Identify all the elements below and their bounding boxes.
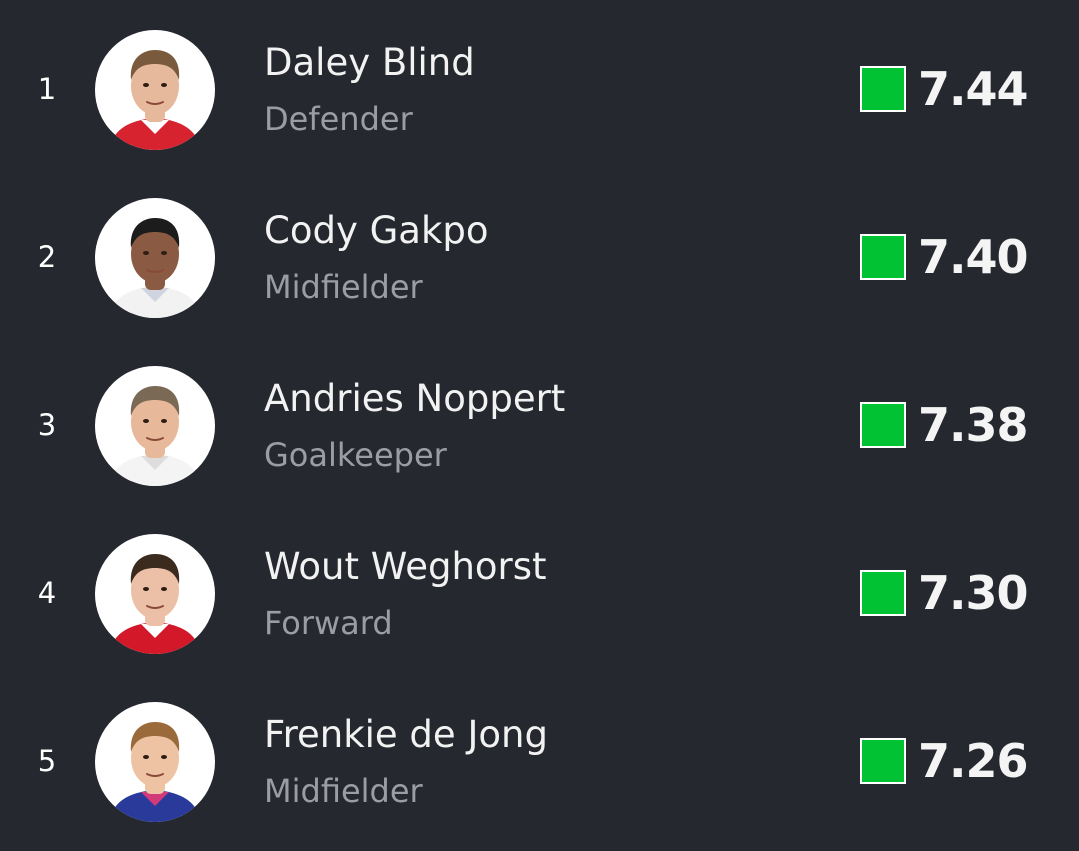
player-avatar[interactable] — [95, 30, 215, 150]
player-name[interactable]: Daley Blind — [264, 40, 475, 86]
player-row[interactable]: 3 Andries Noppert Goalkeeper 7.38 — [0, 336, 1079, 504]
rating-color-indicator — [860, 66, 906, 112]
player-rank: 4 — [37, 576, 57, 610]
rating-value: 7.44 — [918, 62, 1028, 116]
player-rating: 7.44 — [860, 62, 1028, 116]
player-headshot — [109, 554, 201, 654]
player-row[interactable]: 4 Wout Weghorst Forward 7.30 — [0, 504, 1079, 672]
player-row[interactable]: 2 Cody Gakpo Midfielder 7.40 — [0, 168, 1079, 336]
rating-value: 7.40 — [918, 230, 1028, 284]
player-position: Forward — [264, 604, 393, 642]
player-rank: 3 — [37, 408, 57, 442]
player-avatar[interactable] — [95, 366, 215, 486]
player-headshot — [109, 722, 201, 822]
player-name[interactable]: Frenkie de Jong — [264, 712, 548, 758]
player-headshot — [109, 50, 201, 150]
player-position: Goalkeeper — [264, 436, 447, 474]
player-rating: 7.26 — [860, 734, 1028, 788]
player-ratings-list: 1 Daley Blind Defender 7.44 2 Cody Gakpo… — [0, 0, 1079, 851]
rating-color-indicator — [860, 402, 906, 448]
player-position: Midfielder — [264, 772, 423, 810]
rating-value: 7.26 — [918, 734, 1028, 788]
player-rank: 2 — [37, 240, 57, 274]
player-avatar[interactable] — [95, 534, 215, 654]
rating-color-indicator — [860, 570, 906, 616]
player-position: Midfielder — [264, 268, 423, 306]
rating-color-indicator — [860, 738, 906, 784]
player-name[interactable]: Wout Weghorst — [264, 544, 547, 590]
player-name[interactable]: Andries Noppert — [264, 376, 565, 422]
rating-color-indicator — [860, 234, 906, 280]
player-avatar[interactable] — [95, 702, 215, 822]
rating-value: 7.38 — [918, 398, 1028, 452]
player-rank: 5 — [37, 744, 57, 778]
player-name[interactable]: Cody Gakpo — [264, 208, 489, 254]
player-row[interactable]: 5 Frenkie de Jong Midfielder 7.26 — [0, 672, 1079, 840]
player-rank: 1 — [37, 72, 57, 106]
player-headshot — [109, 218, 201, 318]
player-avatar[interactable] — [95, 198, 215, 318]
player-headshot — [109, 386, 201, 486]
player-row[interactable]: 1 Daley Blind Defender 7.44 — [0, 0, 1079, 168]
player-rating: 7.38 — [860, 398, 1028, 452]
player-rating: 7.30 — [860, 566, 1028, 620]
rating-value: 7.30 — [918, 566, 1028, 620]
player-rating: 7.40 — [860, 230, 1028, 284]
player-position: Defender — [264, 100, 413, 138]
